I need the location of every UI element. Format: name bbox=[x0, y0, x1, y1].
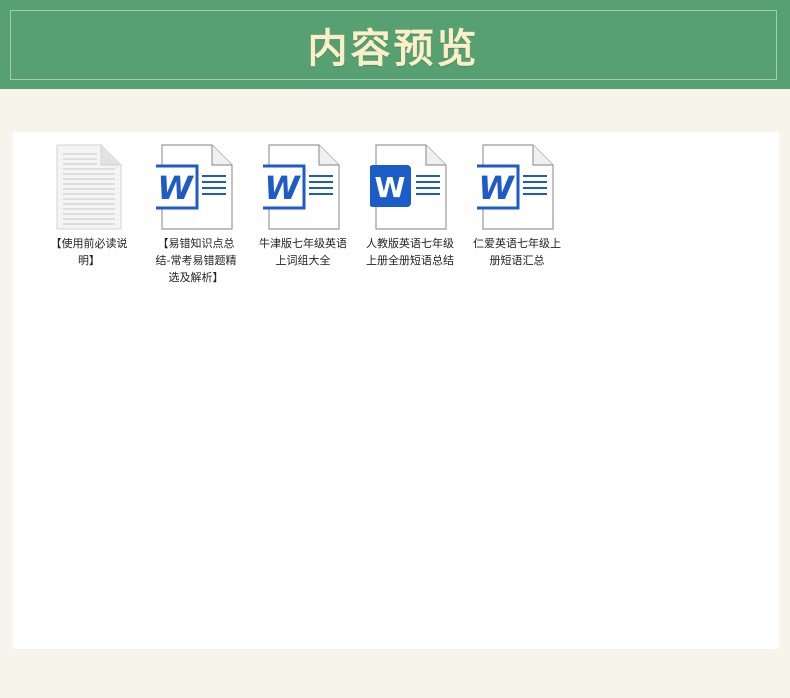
file-item-renai-phrases[interactable]: W 仁爱英语七年级上册短语汇总 bbox=[469, 144, 565, 269]
file-label: 仁爱英语七年级上册短语汇总 bbox=[473, 237, 561, 267]
svg-text:W: W bbox=[157, 169, 194, 207]
word-document-icon: W bbox=[370, 144, 447, 230]
svg-text:W: W bbox=[375, 171, 406, 204]
word-document-icon: W bbox=[156, 144, 233, 230]
file-item-pep-phrases[interactable]: W 人教版英语七年级上册全册短语总结 bbox=[362, 144, 458, 269]
file-item-usage-notes[interactable]: 【使用前必读说明】 bbox=[41, 144, 137, 269]
file-label: 人教版英语七年级上册全册短语总结 bbox=[366, 237, 454, 267]
header-frame: 内容预览 bbox=[10, 10, 777, 80]
file-browser-panel: 【使用前必读说明】 W 【易错知识点总结-常考易错题精选及解析】 W 牛津版七年… bbox=[13, 132, 779, 649]
svg-text:W: W bbox=[264, 169, 301, 207]
text-document-icon bbox=[56, 144, 122, 230]
word-document-icon: W bbox=[263, 144, 340, 230]
word-document-icon: W bbox=[477, 144, 554, 230]
file-item-error-summary[interactable]: W 【易错知识点总结-常考易错题精选及解析】 bbox=[148, 144, 244, 286]
file-item-oxford-phrases[interactable]: W 牛津版七年级英语上词组大全 bbox=[255, 144, 351, 269]
file-label: 牛津版七年级英语上词组大全 bbox=[259, 237, 347, 267]
file-label: 【使用前必读说明】 bbox=[50, 237, 128, 267]
preview-header: 内容预览 bbox=[0, 0, 790, 89]
file-label: 【易错知识点总结-常考易错题精选及解析】 bbox=[155, 237, 237, 284]
page-title: 内容预览 bbox=[307, 25, 480, 72]
svg-text:W: W bbox=[478, 169, 515, 207]
